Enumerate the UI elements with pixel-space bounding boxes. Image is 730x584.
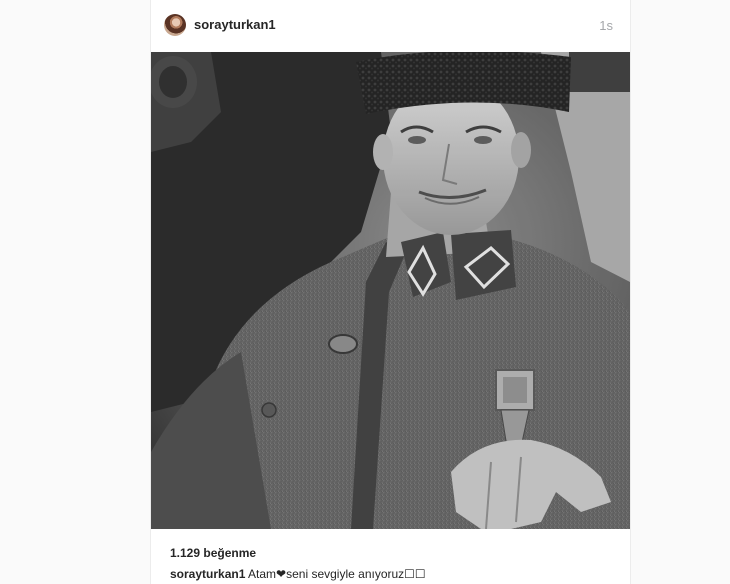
post-timestamp[interactable]: 1s bbox=[599, 18, 613, 33]
caption-text: Atam❤seni sevgiyle anıyoruz☐☐ bbox=[245, 567, 426, 581]
post-username[interactable]: sorayturkan1 bbox=[194, 17, 276, 32]
likes-count[interactable]: 1.129 beğenme bbox=[170, 546, 256, 560]
portrait-photo bbox=[151, 52, 630, 529]
avatar[interactable] bbox=[164, 14, 186, 36]
post-card: sorayturkan1 1s 1.129 beğenme sorayturka… bbox=[150, 0, 631, 584]
post-caption: sorayturkan1 Atam❤seni sevgiyle anıyoruz… bbox=[170, 567, 426, 581]
post-header: sorayturkan1 1s bbox=[151, 0, 630, 52]
post-photo[interactable] bbox=[151, 52, 630, 529]
page: sorayturkan1 1s 1.129 beğenme sorayturka… bbox=[0, 0, 730, 584]
caption-username[interactable]: sorayturkan1 bbox=[170, 567, 245, 581]
